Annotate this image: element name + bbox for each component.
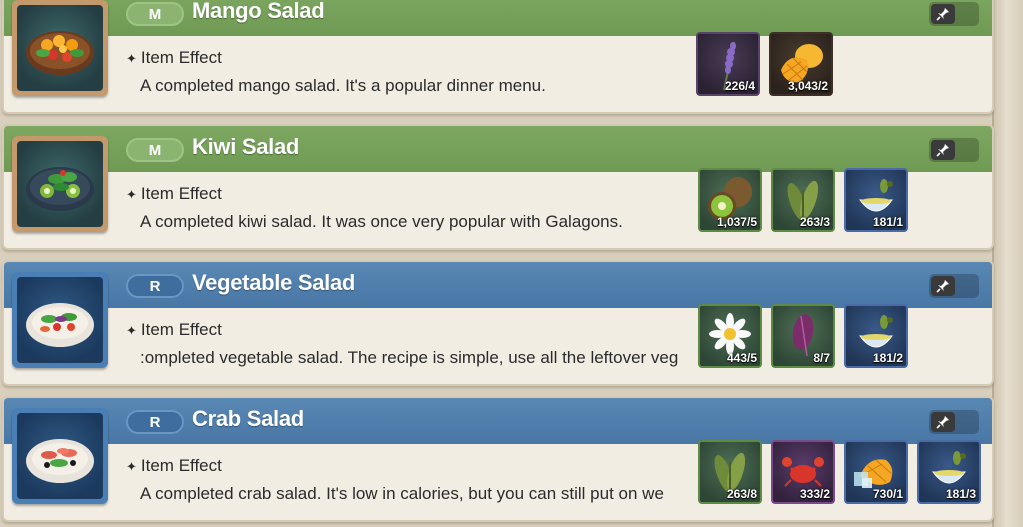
ingredient-slot[interactable]: 263/3	[771, 168, 835, 232]
pin-toggle[interactable]	[929, 138, 979, 162]
pin-toggle[interactable]	[929, 274, 979, 298]
recipe-description: A completed crab salad. It's low in calo…	[140, 484, 664, 503]
pin-icon	[931, 412, 955, 432]
mango-salad-icon	[12, 0, 108, 96]
item-effect-label: ✦ Item Effect	[126, 320, 222, 339]
ingredient-slot[interactable]: 333/2	[771, 440, 835, 504]
recipe-list: M Mango Salad M Kiwi Salad ✦ Item Effect…	[0, 0, 1000, 527]
ingredient-slot[interactable]: 8/7	[771, 304, 835, 368]
item-effect-label: ✦ Item Effect	[126, 184, 222, 203]
recipe-header: R Crab Salad	[4, 398, 992, 444]
ingredient-slot[interactable]: 226/4	[696, 32, 760, 96]
vegetable-salad-icon	[12, 272, 108, 368]
recipe-card-crab-salad[interactable]: R Crab Salad ✦ Item Effect A completed cr…	[2, 396, 994, 522]
pin-icon	[931, 276, 955, 296]
pin-icon	[931, 4, 955, 24]
recipe-name: Kiwi Salad	[192, 134, 300, 159]
recipe-name: Vegetable Salad	[192, 270, 356, 295]
grade-badge: M	[126, 2, 184, 26]
recipe-name: Crab Salad	[192, 406, 304, 431]
pin-toggle[interactable]	[929, 2, 979, 26]
recipe-card-kiwi-salad[interactable]: M Kiwi Salad ✦ Item Effect A completed k…	[2, 124, 994, 250]
recipe-description: :ompleted vegetable salad. The recipe is…	[140, 348, 679, 367]
ingredient-slot[interactable]: 181/2	[844, 304, 908, 368]
recipe-card-vegetable-salad[interactable]: R Vegetable Salad ✦ Item Effect :ompleted	[2, 260, 994, 386]
ingredient-slot[interactable]: 443/5	[698, 304, 762, 368]
recipe-header: M Mango Salad	[4, 0, 992, 36]
recipe-description: A completed kiwi salad. It was once very…	[140, 212, 623, 231]
ingredient-slot[interactable]: 1,037/5	[698, 168, 762, 232]
pin-icon	[931, 140, 955, 160]
ingredient-slot[interactable]: 181/1	[844, 168, 908, 232]
ingredient-slot[interactable]: 263/8	[698, 440, 762, 504]
item-effect-label: ✦ Item Effect	[126, 456, 222, 475]
recipe-card-mango-salad[interactable]: M Mango Salad	[2, 0, 994, 114]
recipe-header: M Kiwi Salad	[4, 126, 992, 172]
ingredient-slot[interactable]: 3,043/2	[769, 32, 833, 96]
grade-badge: M	[126, 138, 184, 162]
kiwi-salad-icon	[12, 136, 108, 232]
recipe-name: Mango Salad	[192, 0, 325, 23]
ingredient-slot[interactable]: 730/1	[844, 440, 908, 504]
pin-toggle[interactable]	[929, 410, 979, 434]
grade-badge: R	[126, 410, 184, 434]
recipe-header: R Vegetable Salad	[4, 262, 992, 308]
crab-salad-icon	[12, 408, 108, 504]
ingredient-slot[interactable]: 181/3	[917, 440, 981, 504]
grade-badge: R	[126, 274, 184, 298]
